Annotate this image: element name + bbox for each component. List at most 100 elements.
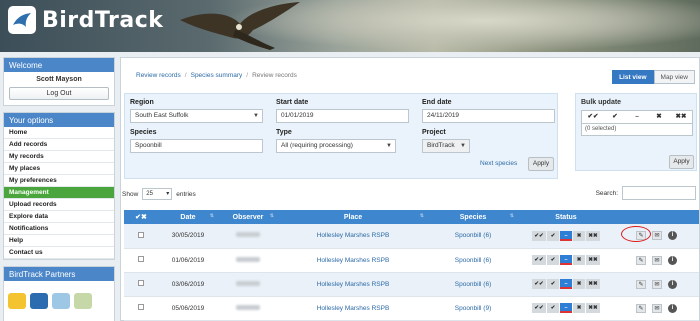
row-observer <box>218 224 278 248</box>
envelope-icon[interactable]: ✉ <box>652 255 662 265</box>
brand-title: BirdTrack <box>42 7 164 33</box>
status-option-icon[interactable]: ✔✔ <box>532 255 546 265</box>
row-place[interactable]: Hollesley Marshes RSPB <box>278 272 428 296</box>
status-option-icon[interactable]: ✖✖ <box>586 230 600 241</box>
region-label: Region <box>130 99 154 106</box>
bulk-status-buttons: ✔✔ ✔ – ✖ ✖✖ <box>581 110 693 124</box>
info-icon[interactable]: i <box>668 255 677 265</box>
breadcrumb-review-records[interactable]: Review records <box>136 72 181 79</box>
status-option-icon[interactable]: ✖ <box>573 230 585 241</box>
status-option-icon[interactable]: – <box>560 279 572 289</box>
birdtrack-logo[interactable]: BirdTrack <box>8 6 163 34</box>
bulk-accept-all-icon[interactable]: ✔✔ <box>582 111 604 123</box>
row-checkbox[interactable] <box>138 231 144 238</box>
row-actions: ✎ ✉ i <box>614 272 699 296</box>
search-input[interactable] <box>622 186 696 200</box>
status-option-icon[interactable]: ✖✖ <box>586 303 600 313</box>
next-species-link[interactable]: Next species <box>480 160 517 167</box>
logout-button[interactable]: Log Out <box>9 87 109 100</box>
region-select[interactable]: South East Suffolk ▼ <box>130 109 263 123</box>
header-check[interactable]: ✔✖ <box>124 210 158 224</box>
edit-pencil-icon[interactable]: ✎ <box>636 303 646 313</box>
nav-my-places[interactable]: My places <box>4 163 114 175</box>
row-date: 03/06/2019 <box>171 280 205 288</box>
nav-my-preferences[interactable]: My preferences <box>4 175 114 187</box>
status-option-icon[interactable]: – <box>560 230 572 241</box>
bwi-logo[interactable] <box>52 293 70 309</box>
row-species[interactable]: Spoonbill (6) <box>428 248 518 272</box>
bulk-reject-icon[interactable]: ✖ <box>648 111 670 123</box>
info-icon[interactable]: i <box>668 279 677 289</box>
nav-add-records[interactable]: Add records <box>4 139 114 151</box>
view-toggle: List view Map view <box>612 70 695 84</box>
breadcrumb-species-summary[interactable]: Species summary <box>191 72 243 79</box>
row-species[interactable]: Spoonbill (6) <box>428 272 518 296</box>
nav-management[interactable]: Management <box>4 187 114 199</box>
edit-pencil-icon[interactable]: ✎ <box>636 279 646 289</box>
species-input[interactable]: Spoonbill <box>130 139 263 153</box>
header-observer[interactable]: Observer ⇅ <box>218 210 278 224</box>
row-checkbox[interactable] <box>138 280 144 286</box>
status-option-icon[interactable]: ✖ <box>573 279 585 289</box>
status-option-icon[interactable]: ✖✖ <box>586 255 600 265</box>
nav-contact-us[interactable]: Contact us <box>4 247 114 259</box>
status-option-icon[interactable]: ✔✔ <box>532 303 546 313</box>
nav-home[interactable]: Home <box>4 127 114 139</box>
status-option-icon[interactable]: ✖✖ <box>586 279 600 289</box>
status-option-icon[interactable]: ✖ <box>573 303 585 313</box>
bulk-accept-icon[interactable]: ✔ <box>604 111 626 123</box>
bulk-reject-all-icon[interactable]: ✖✖ <box>670 111 692 123</box>
row-checkbox[interactable] <box>138 304 144 310</box>
header-status: Status <box>555 213 577 221</box>
page-length-select[interactable]: 25 ▾ <box>142 188 173 200</box>
status-option-icon[interactable]: ✔ <box>547 303 559 313</box>
row-checkbox[interactable] <box>138 256 144 262</box>
nav-notifications[interactable]: Notifications <box>4 223 114 235</box>
type-select[interactable]: All (requiring processing) ▼ <box>276 139 396 153</box>
header-species[interactable]: Species ⇅ <box>428 210 518 224</box>
info-icon[interactable]: i <box>668 303 677 313</box>
status-option-icon[interactable]: ✔✔ <box>532 279 546 289</box>
bulk-pending-icon[interactable]: – <box>626 111 648 123</box>
info-icon[interactable]: i <box>668 231 677 241</box>
status-option-icon[interactable]: ✔✔ <box>532 230 546 241</box>
bulk-apply-button[interactable]: Apply <box>669 155 694 169</box>
row-status: ✔✔ ✔ – ✖ ✖✖ <box>518 224 614 248</box>
envelope-icon[interactable]: ✉ <box>652 279 662 289</box>
status-option-icon[interactable]: ✖ <box>573 255 585 265</box>
status-option-icon[interactable]: – <box>560 255 572 265</box>
rspb-logo[interactable] <box>30 293 48 309</box>
row-place[interactable]: Hollesley Marshes RSPB <box>278 224 428 248</box>
nav-explore-data[interactable]: Explore data <box>4 211 114 223</box>
row-observer <box>218 248 278 272</box>
end-date-input[interactable]: 24/11/2019 <box>422 109 555 123</box>
header-place[interactable]: Place ⇅ <box>278 210 428 224</box>
start-date-input[interactable]: 01/01/2019 <box>276 109 409 123</box>
table-row: 05/06/2019 Hollesley Marshes RSPB Spoonbil… <box>124 296 699 320</box>
sort-icon: ⇅ <box>209 213 214 219</box>
status-option-icon[interactable]: ✔ <box>547 279 559 289</box>
status-option-icon[interactable]: ✔ <box>547 230 559 241</box>
row-place[interactable]: Hollesley Marshes RSPB <box>278 248 428 272</box>
status-option-icon[interactable]: ✔ <box>547 255 559 265</box>
nav-upload-records[interactable]: Upload records <box>4 199 114 211</box>
list-view-button[interactable]: List view <box>612 70 654 84</box>
filter-apply-button[interactable]: Apply <box>528 157 554 171</box>
soc-logo[interactable] <box>74 293 92 309</box>
status-option-icon[interactable]: – <box>560 303 572 313</box>
edit-pencil-icon[interactable]: ✎ <box>636 255 646 265</box>
row-species[interactable]: Spoonbill (9) <box>428 296 518 320</box>
envelope-icon[interactable]: ✉ <box>652 231 662 241</box>
envelope-icon[interactable]: ✉ <box>652 303 662 313</box>
row-place[interactable]: Hollesley Marshes RSPB <box>278 296 428 320</box>
bto-logo[interactable] <box>8 293 26 309</box>
main-content: Review records / Species summary / Review re… <box>120 57 700 321</box>
welcome-heading: Welcome <box>4 58 114 72</box>
nav-my-records[interactable]: My records <box>4 151 114 163</box>
header-date[interactable]: Date ⇅ <box>158 210 218 224</box>
table-header-row: ✔✖ Date ⇅ Observer ⇅ Place ⇅ Species ⇅ Statu… <box>124 210 699 224</box>
row-species[interactable]: Spoonbill (6) <box>428 224 518 248</box>
nav-help[interactable]: Help <box>4 235 114 247</box>
project-select[interactable]: BirdTrack ▼ <box>422 139 470 153</box>
map-view-button[interactable]: Map view <box>653 70 695 84</box>
